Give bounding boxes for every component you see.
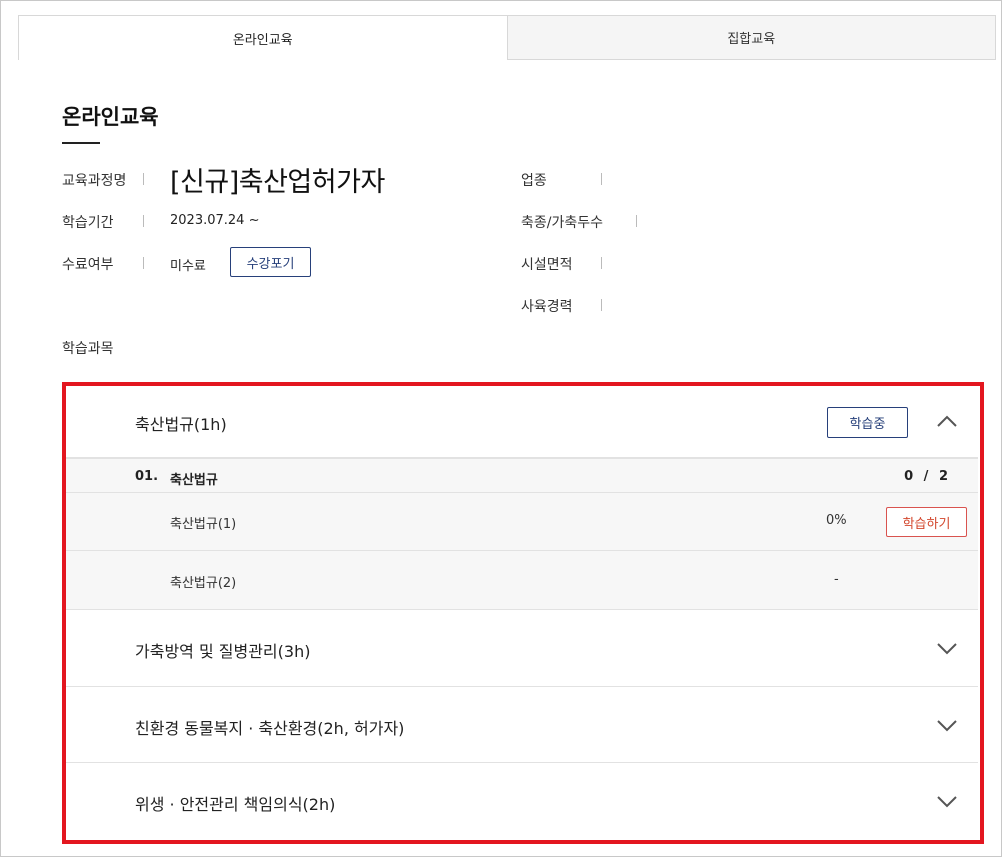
highlight-box bbox=[62, 382, 984, 844]
tab-label: 집합교육 bbox=[727, 32, 776, 47]
tab-group-education[interactable]: 집합교육 bbox=[507, 15, 996, 60]
period-value: 2023.07.24 ~ bbox=[170, 213, 260, 228]
divider bbox=[143, 215, 144, 227]
tab-online-education[interactable]: 온라인교육 bbox=[18, 15, 508, 60]
industry-label: 업종 bbox=[521, 173, 547, 189]
course-name: [신규]축산업허가자 bbox=[170, 167, 385, 198]
course-name-label: 교육과정명 bbox=[62, 173, 127, 189]
divider bbox=[601, 257, 602, 269]
tab-bar: 온라인교육 집합교육 bbox=[18, 15, 996, 60]
completion-value: 미수료 bbox=[170, 259, 206, 274]
section-title: 온라인교육 bbox=[62, 105, 159, 129]
tab-label: 온라인교육 bbox=[232, 32, 293, 48]
divider bbox=[601, 299, 602, 311]
title-underline bbox=[62, 142, 100, 144]
facility-area-label: 시설면적 bbox=[521, 257, 573, 273]
breeding-career-label: 사육경력 bbox=[521, 299, 573, 315]
divider bbox=[636, 215, 637, 227]
divider bbox=[143, 257, 144, 269]
divider bbox=[143, 173, 144, 185]
completion-label: 수료여부 bbox=[62, 257, 114, 273]
divider bbox=[601, 173, 602, 185]
period-label: 학습기간 bbox=[62, 215, 114, 231]
livestock-label: 축종/가축두수 bbox=[521, 215, 603, 231]
drop-course-button[interactable]: 수강포기 bbox=[230, 247, 311, 277]
subjects-label: 학습과목 bbox=[62, 341, 114, 357]
